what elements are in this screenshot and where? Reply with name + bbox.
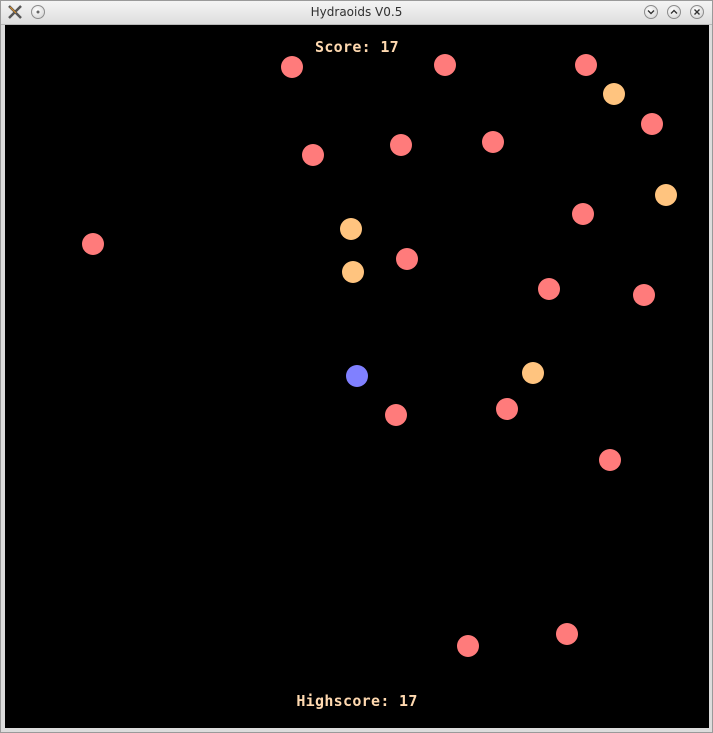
enemy-ball-orange [340, 218, 362, 240]
enemy-ball [434, 54, 456, 76]
score-display: Score: 17 [315, 38, 399, 56]
enemy-ball [281, 56, 303, 78]
title-bar[interactable]: Hydraoids V0.5 [1, 1, 712, 25]
minimize-button[interactable] [644, 5, 658, 19]
enemy-ball [390, 134, 412, 156]
enemy-ball [385, 404, 407, 426]
minimize-icon [647, 10, 655, 15]
enemy-ball [633, 284, 655, 306]
enemy-ball [641, 113, 663, 135]
maximize-icon [670, 9, 678, 14]
game-window: Hydraoids V0.5 Score: 17 Highscore: 17 [0, 0, 713, 733]
enemy-ball-orange [603, 83, 625, 105]
close-icon [694, 9, 700, 15]
enemy-ball [82, 233, 104, 255]
maximize-button[interactable] [667, 5, 681, 19]
enemy-ball [302, 144, 324, 166]
enemy-ball [572, 203, 594, 225]
player-ball[interactable] [346, 365, 368, 387]
enemy-ball-orange [342, 261, 364, 283]
enemy-ball-orange [655, 184, 677, 206]
highscore-display: Highscore: 17 [296, 692, 418, 710]
enemy-ball [538, 278, 560, 300]
close-button[interactable] [690, 5, 704, 19]
enemy-ball [396, 248, 418, 270]
window-title: Hydraoids V0.5 [310, 5, 403, 19]
game-canvas[interactable]: Score: 17 Highscore: 17 [5, 25, 709, 728]
enemy-ball [482, 131, 504, 153]
enemy-ball [575, 54, 597, 76]
enemy-ball [599, 449, 621, 471]
enemy-ball [496, 398, 518, 420]
enemy-ball [457, 635, 479, 657]
enemy-ball [556, 623, 578, 645]
enemy-ball-orange [522, 362, 544, 384]
